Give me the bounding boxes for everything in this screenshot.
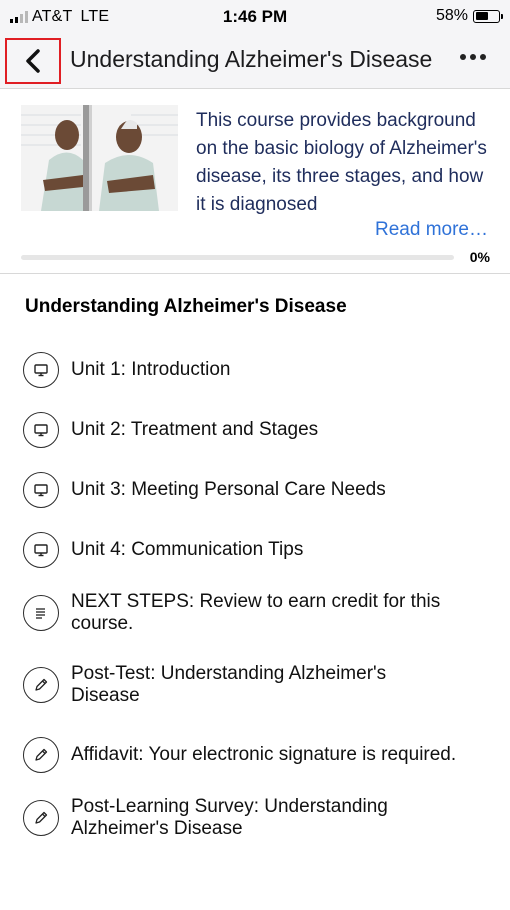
unit-label: Unit 2: Treatment and Stages <box>71 419 319 440</box>
status-time: 1:46 PM <box>222 7 288 26</box>
chevron-left-icon <box>26 49 40 73</box>
status-bar: AT&T LTE 1:46 PM 58% <box>0 0 510 34</box>
nav-bar: Understanding Alzheimer's Disease <box>0 34 510 89</box>
unit-label: Unit 1: Introduction <box>71 359 231 380</box>
more-options-button[interactable] <box>460 54 486 60</box>
course-header: This course provides background on the b… <box>0 89 510 274</box>
unit-label: NEXT STEPS: Review to earn credit for th… <box>71 591 441 634</box>
section-title: Understanding Alzheimer's Disease <box>25 296 347 317</box>
course-progress-bar <box>21 255 454 260</box>
progress-label: 0% <box>469 249 490 265</box>
battery-status: 58% <box>435 7 503 25</box>
battery-percent: 58% <box>435 7 468 24</box>
pencil-icon <box>23 667 59 703</box>
unit-label: Post-Learning Survey: Understanding Alzh… <box>71 796 388 839</box>
more-horizontal-icon <box>460 54 466 60</box>
unit-label: Unit 4: Communication Tips <box>71 539 304 560</box>
course-description: This course provides background on the b… <box>196 110 487 215</box>
page-title: Understanding Alzheimer's Disease <box>70 46 433 72</box>
course-thumbnail <box>21 105 178 211</box>
battery-icon <box>473 9 503 23</box>
pencil-icon <box>23 800 59 836</box>
back-button[interactable] <box>5 38 61 84</box>
unit-label: Affidavit: Your electronic signature is … <box>71 744 457 765</box>
presentation-icon <box>23 532 59 568</box>
unit-label: Unit 3: Meeting Personal Care Needs <box>71 479 386 500</box>
pencil-icon <box>23 737 59 773</box>
presentation-icon <box>23 412 59 448</box>
unit-label: Post-Test: Understanding Alzheimer's Dis… <box>71 663 387 706</box>
presentation-icon <box>23 472 59 508</box>
read-more-link[interactable]: Read more… <box>375 219 488 241</box>
document-icon <box>23 595 59 631</box>
presentation-icon <box>23 352 59 388</box>
